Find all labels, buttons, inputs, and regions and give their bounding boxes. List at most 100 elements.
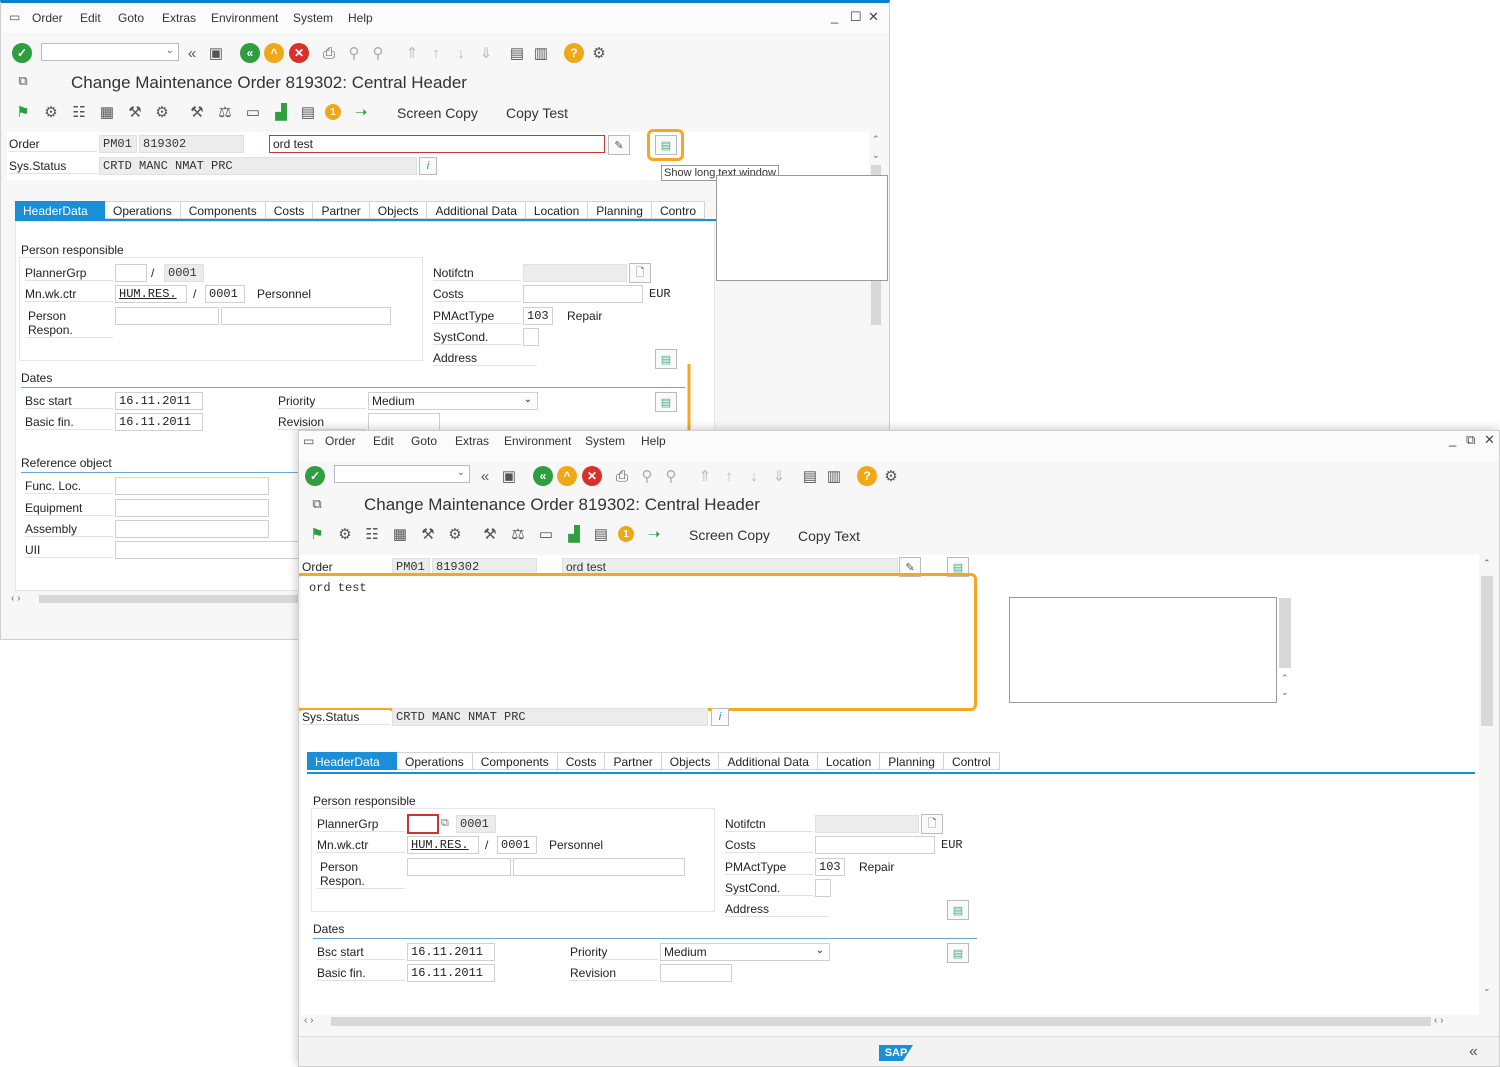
scroll-up-icon[interactable]: ⌃: [872, 134, 880, 145]
cancel-icon[interactable]: ✕: [289, 43, 309, 63]
uii-input[interactable]: [115, 541, 301, 559]
text-frame-scrollbar[interactable]: [1279, 598, 1291, 668]
scroll-down-icon[interactable]: ⌄: [1483, 983, 1491, 994]
minimize-icon[interactable]: _: [831, 9, 838, 24]
find-next-icon[interactable]: ⚲: [368, 43, 388, 63]
tab-operations[interactable]: Operations: [397, 752, 473, 770]
tab-costs[interactable]: Costs: [557, 752, 606, 770]
priority-select[interactable]: Medium ⌄: [660, 943, 830, 961]
scroll-left-icon[interactable]: ‹ ›: [11, 593, 20, 604]
back-icon[interactable]: «: [533, 466, 553, 486]
menu-system[interactable]: System: [585, 434, 625, 448]
person-responsible-input[interactable]: [407, 858, 511, 876]
tab-planning[interactable]: Planning: [588, 201, 652, 219]
activity-type-input[interactable]: 103: [815, 858, 845, 876]
help-icon[interactable]: ?: [857, 466, 877, 486]
maximize-icon[interactable]: ☐: [850, 9, 862, 25]
structure-icon[interactable]: ☷: [69, 102, 89, 122]
basic-start-input[interactable]: 16.11.2011: [115, 392, 203, 410]
components-icon[interactable]: ⚙: [445, 524, 465, 544]
calculator-icon[interactable]: ▦: [390, 524, 410, 544]
hierarchy-icon[interactable]: ⚙: [335, 524, 355, 544]
flag-icon[interactable]: ⚑: [13, 102, 33, 122]
system-condition-input[interactable]: [815, 879, 831, 897]
hierarchy-icon[interactable]: ⚙: [41, 102, 61, 122]
address-icon[interactable]: ▤: [655, 349, 677, 369]
previous-page-icon[interactable]: ↑: [719, 466, 739, 486]
shortcut-icon[interactable]: ▥: [531, 43, 551, 63]
enter-check-icon[interactable]: ✓: [12, 43, 32, 63]
window-icon[interactable]: ▭: [243, 102, 263, 122]
exit-icon[interactable]: ^: [264, 43, 284, 63]
work-center-input[interactable]: HUM.RES.: [407, 836, 479, 854]
forward-arrow-icon[interactable]: ➝: [644, 524, 664, 544]
priority-select[interactable]: Medium ⌄: [368, 392, 538, 410]
print-icon[interactable]: ⎙: [319, 43, 339, 63]
display-change-icon[interactable]: ⧉: [307, 494, 327, 514]
menu-extras[interactable]: Extras: [162, 11, 196, 25]
tab-partner[interactable]: Partner: [313, 201, 370, 219]
revision-input[interactable]: [660, 964, 732, 982]
find-icon[interactable]: ⚲: [344, 43, 364, 63]
back-icon[interactable]: «: [240, 43, 260, 63]
save-icon[interactable]: ▣: [206, 43, 226, 63]
info-one-icon[interactable]: 1: [618, 526, 634, 542]
value-help-icon[interactable]: ⧉: [441, 817, 449, 830]
structure-icon[interactable]: ☷: [362, 524, 382, 544]
command-field[interactable]: ⌄: [334, 465, 470, 483]
operations-icon[interactable]: ⚒: [418, 524, 438, 544]
scroll-left-icon[interactable]: ‹ ›: [304, 1015, 313, 1026]
tab-headerdata[interactable]: HeaderData: [307, 752, 397, 770]
functional-location-input[interactable]: [115, 477, 269, 495]
menu-help[interactable]: Help: [641, 434, 666, 448]
tab-components[interactable]: Components: [472, 752, 558, 770]
copy-text-button[interactable]: Copy Text: [798, 528, 860, 544]
first-page-icon[interactable]: ⇑: [402, 43, 422, 63]
order-description-input[interactable]: ord test: [269, 135, 605, 153]
help-icon[interactable]: ?: [564, 43, 584, 63]
forward-arrow-icon[interactable]: ➝: [351, 102, 371, 122]
app-menu-icon[interactable]: ▭: [9, 10, 20, 24]
tab-control[interactable]: Contro: [651, 201, 705, 219]
first-page-icon[interactable]: ⇑: [695, 466, 715, 486]
status-info-icon[interactable]: i: [419, 157, 437, 175]
new-session-icon[interactable]: ▤: [507, 43, 527, 63]
basic-start-input[interactable]: 16.11.2011: [407, 943, 495, 961]
tab-planning[interactable]: Planning: [880, 752, 944, 770]
edit-text-icon[interactable]: ✎: [608, 135, 630, 155]
save-icon[interactable]: ▣: [499, 466, 519, 486]
menu-edit[interactable]: Edit: [373, 434, 394, 448]
tab-operations[interactable]: Operations: [105, 201, 181, 219]
new-session-icon[interactable]: ▤: [800, 466, 820, 486]
tab-headerdata[interactable]: HeaderData: [15, 201, 105, 219]
assembly-input[interactable]: [115, 520, 269, 538]
operations-icon[interactable]: ⚒: [125, 102, 145, 122]
last-page-icon[interactable]: ⇓: [476, 43, 496, 63]
copy-test-button[interactable]: Copy Test: [506, 105, 568, 121]
dates-text-icon[interactable]: ▤: [947, 943, 969, 963]
menu-goto[interactable]: Goto: [118, 11, 144, 25]
status-info-icon[interactable]: i: [711, 708, 729, 726]
settings-gear-icon[interactable]: ⚙: [881, 466, 901, 486]
revision-input[interactable]: [368, 413, 440, 431]
close-icon[interactable]: ✕: [868, 9, 879, 25]
vertical-scrollbar[interactable]: [1481, 576, 1493, 726]
components-icon[interactable]: ⚙: [152, 102, 172, 122]
maximize-icon[interactable]: ⧉: [1466, 432, 1475, 448]
costs-input[interactable]: [815, 836, 935, 854]
menu-help[interactable]: Help: [348, 11, 373, 25]
double-chevron-left-icon[interactable]: «: [182, 43, 202, 63]
tab-additional-data[interactable]: Additional Data: [427, 201, 526, 219]
screen-copy-button[interactable]: Screen Copy: [689, 527, 770, 543]
settings-gear-icon[interactable]: ⚙: [589, 43, 609, 63]
costs-input[interactable]: [523, 285, 643, 303]
address-icon[interactable]: ▤: [947, 900, 969, 920]
cancel-icon[interactable]: ✕: [582, 466, 602, 486]
info-one-icon[interactable]: 1: [325, 104, 341, 120]
screen-copy-button[interactable]: Screen Copy: [397, 105, 478, 121]
window-icon[interactable]: ▭: [536, 524, 556, 544]
menu-environment[interactable]: Environment: [504, 434, 571, 448]
horizontal-scrollbar[interactable]: [39, 595, 299, 603]
command-field[interactable]: ⌄: [41, 43, 179, 61]
next-page-icon[interactable]: ↓: [451, 43, 471, 63]
